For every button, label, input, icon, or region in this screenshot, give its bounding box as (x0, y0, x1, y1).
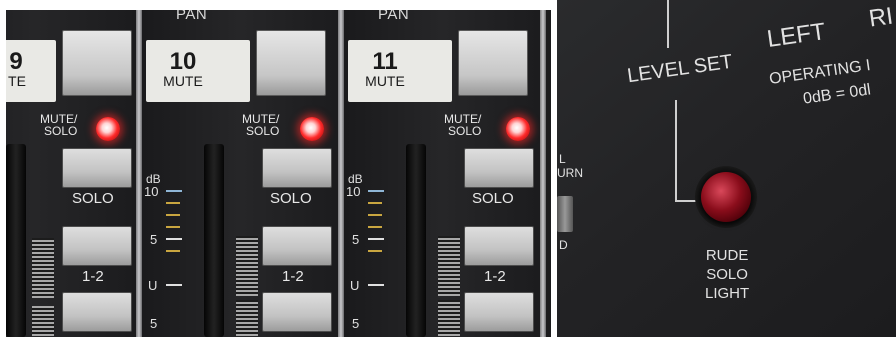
mute-solo-led-9 (96, 117, 120, 141)
odb-label: 0dB = 0dl (802, 81, 872, 108)
strip-divider-3 (540, 10, 546, 337)
rude-solo-led (701, 172, 751, 222)
meter-mesh-9 (32, 238, 54, 298)
meter-ticks-11 (368, 188, 390, 328)
fader-slot-10 (204, 144, 224, 337)
solo-label-9: SOLO (72, 190, 114, 207)
db-mark-5-10: 5 (150, 232, 158, 247)
meter-mesh-9b (32, 306, 54, 336)
bus-3-4-button-10[interactable] (262, 292, 332, 332)
level-set-label: LEVEL SET (625, 50, 734, 88)
side-label-bottom: D (559, 238, 568, 252)
side-label-mid: URN (557, 166, 583, 180)
channel-strip-9: 9 TE MUTE/ SOLO SOLO 1-2 (6, 10, 132, 337)
mute-solo-led-10 (300, 117, 324, 141)
solo-label-11: SOLO (472, 190, 514, 207)
mute-solo-label-9: MUTE/ SOLO (40, 112, 78, 138)
db-mark-5b-10: 5 (150, 316, 158, 331)
db-mark-u-10: U (148, 278, 158, 293)
channel-10-label: 10 MUTE (146, 40, 250, 102)
db-mark-5-11: 5 (352, 232, 360, 247)
level-set-panel-photo: LEVEL SET LEFT RI OPERATING I 0dB = 0dl … (557, 0, 896, 337)
meter-ticks-10 (166, 188, 188, 328)
db-mark-u-11: U (350, 278, 360, 293)
solo-label-10: SOLO (270, 190, 312, 207)
channel-11-label: 11 MUTE (348, 40, 452, 102)
solo-button-9[interactable] (62, 148, 132, 188)
solo-button-10[interactable] (262, 148, 332, 188)
channel-strip-10: PAN 10 MUTE MUTE/ SOLO SOLO 1-2 dB 10 5 … (142, 10, 338, 337)
meter-mesh-10 (236, 236, 258, 296)
db-mark-10-11: 10 (346, 184, 361, 199)
side-switch[interactable] (557, 196, 573, 232)
mixer-photo: 9 TE MUTE/ SOLO SOLO 1-2 PAN 10 MUTE MUT… (6, 10, 551, 337)
left-label: LEFT (765, 18, 828, 53)
meter-mesh-11b (438, 300, 460, 336)
solo-button-11[interactable] (464, 148, 534, 188)
mute-solo-label-11: MUTE/ SOLO (444, 112, 482, 138)
mute-solo-led-11 (506, 117, 530, 141)
mute-button-11[interactable] (458, 30, 528, 96)
fader-slot-9 (6, 144, 26, 337)
bus-1-2-button-10[interactable] (262, 226, 332, 266)
bus-label-11: 1-2 (484, 268, 506, 285)
channel-9-label: 9 TE (6, 40, 56, 102)
channel-strip-11: PAN 11 MUTE MUTE/ SOLO SOLO 1-2 dB 10 5 … (344, 10, 540, 337)
side-label-top: L (559, 152, 566, 166)
meter-mesh-10b (236, 300, 258, 336)
fader-slot-11 (406, 144, 426, 337)
meter-mesh-11 (438, 236, 460, 296)
db-mark-10-10: 10 (144, 184, 159, 199)
bus-label-9: 1-2 (82, 268, 104, 285)
bus-label-10: 1-2 (282, 268, 304, 285)
bus-3-4-button-11[interactable] (464, 292, 534, 332)
rude-label: RUDE SOLO LIGHT (705, 247, 750, 302)
level-set-guide-top (667, 0, 669, 48)
bus-3-4-button-9[interactable] (62, 292, 132, 332)
level-set-guide-vertical (675, 100, 677, 202)
bus-1-2-button-9[interactable] (62, 226, 132, 266)
mute-solo-label-10: MUTE/ SOLO (242, 112, 280, 138)
mute-button-10[interactable] (256, 30, 326, 96)
right-label-partial: RI (867, 2, 895, 33)
pan-label-10: PAN (176, 10, 208, 23)
pan-label-11: PAN (378, 10, 410, 23)
db-mark-5b-11: 5 (352, 316, 360, 331)
bus-1-2-button-11[interactable] (464, 226, 534, 266)
